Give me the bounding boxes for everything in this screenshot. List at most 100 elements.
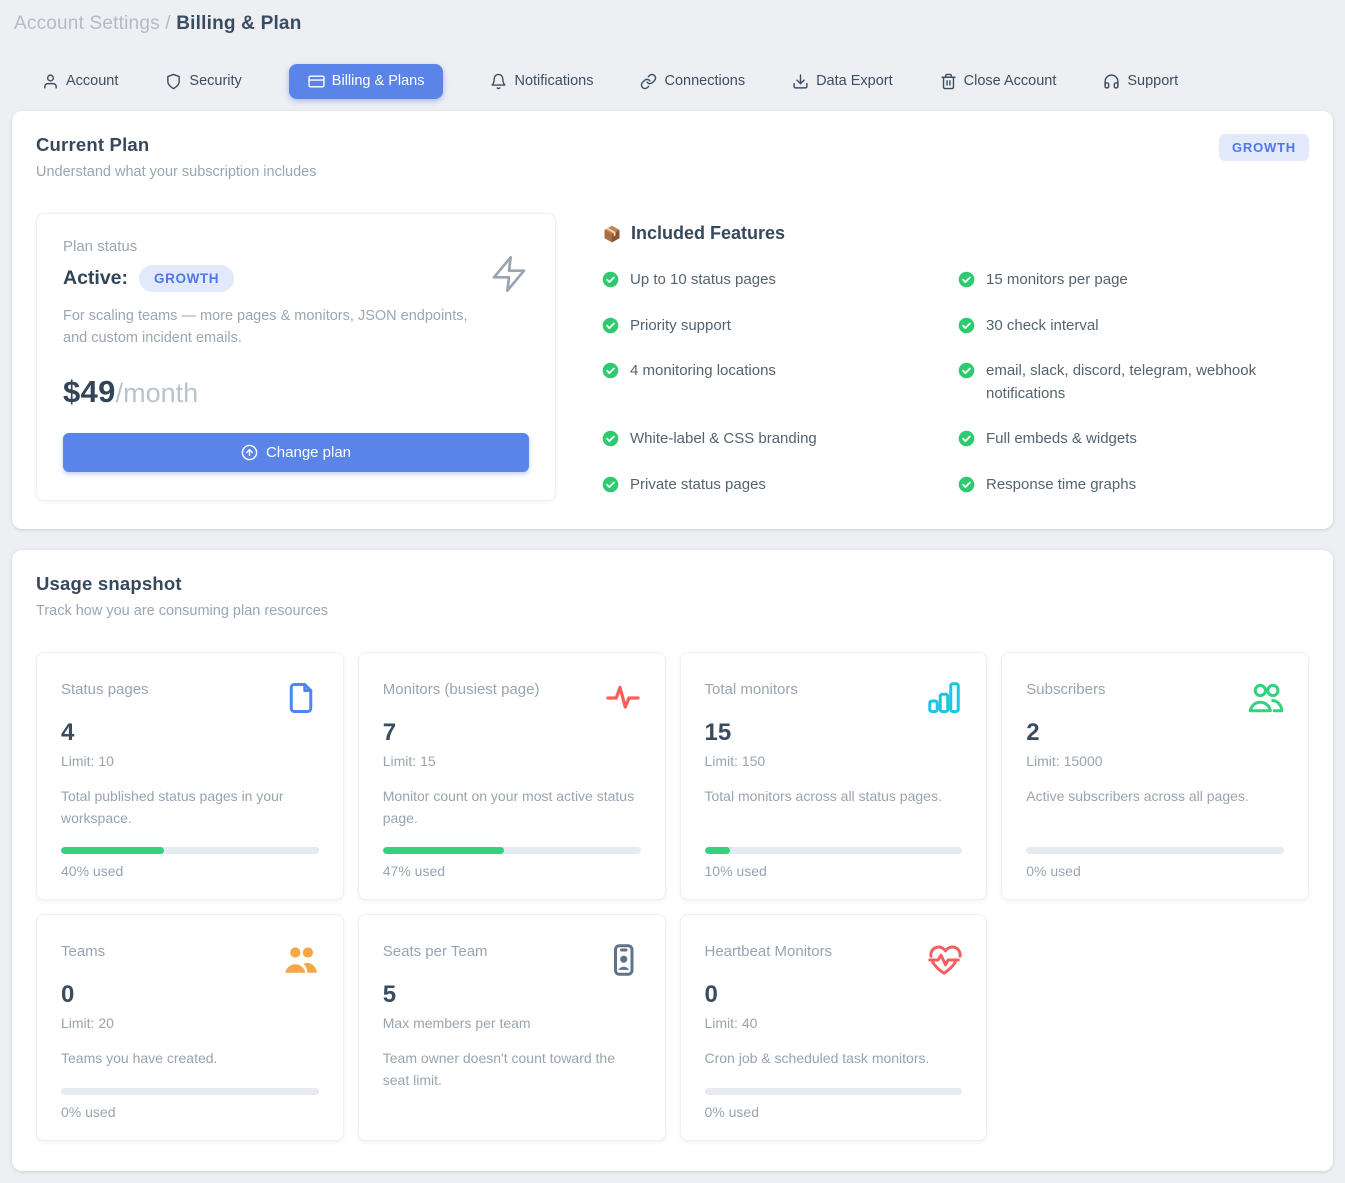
plan-name-pill: GROWTH — [139, 265, 234, 292]
features-grid: Up to 10 status pages 15 monitors per pa… — [602, 269, 1302, 496]
feature-item: Full embeds & widgets — [958, 428, 1302, 451]
feature-item: 30 check interval — [958, 315, 1302, 338]
usage-card-description: Cron job & scheduled task monitors. — [705, 1048, 963, 1070]
feature-text: Priority support — [630, 315, 731, 338]
feature-item: White-label & CSS branding — [602, 428, 946, 451]
feature-text: White-label & CSS branding — [630, 428, 817, 451]
check-circle-icon — [602, 271, 619, 288]
usage-card-description: Team owner doesn't count toward the seat… — [383, 1048, 641, 1091]
usage-card-label: Total monitors — [705, 679, 798, 698]
usage-progress: 0% used — [705, 1070, 963, 1120]
change-plan-button[interactable]: Change plan — [63, 433, 529, 472]
progress-track — [61, 1088, 319, 1095]
usage-card-limit: Limit: 10 — [61, 753, 319, 769]
usage-card-value: 5 — [383, 981, 641, 1009]
check-circle-icon — [958, 362, 975, 379]
breadcrumb: Account Settings / Billing & Plan — [0, 0, 1345, 35]
feature-text: 30 check interval — [986, 315, 1099, 338]
usage-card-label: Seats per Team — [383, 941, 488, 960]
usage-card-label: Monitors (busiest page) — [383, 679, 540, 698]
usage-percent-label: 0% used — [61, 1104, 319, 1120]
tab-security[interactable]: Security — [165, 64, 241, 99]
tab-account[interactable]: Account — [42, 64, 118, 99]
file-icon — [283, 679, 319, 717]
shield-icon — [165, 73, 182, 90]
settings-tabs: Account Security Billing & Plans Notific… — [14, 62, 1331, 100]
check-circle-icon — [958, 430, 975, 447]
package-icon — [602, 224, 622, 244]
usage-percent-label: 10% used — [705, 863, 963, 879]
link-icon — [640, 73, 657, 90]
tab-support[interactable]: Support — [1103, 64, 1178, 99]
person-icon — [42, 73, 59, 90]
usage-card-status-pages: Status pages 4 Limit: 10 Total published… — [36, 652, 344, 900]
usage-card-subscribers: Subscribers 2 Limit: 15000 Active subscr… — [1001, 652, 1309, 900]
plan-status-panel: Plan status Active: GROWTH For scaling t… — [36, 213, 556, 501]
arrow-up-circle-icon — [241, 444, 258, 461]
trash-icon — [940, 73, 957, 90]
usage-card-value: 0 — [61, 981, 319, 1009]
id-badge-icon — [605, 941, 641, 979]
usage-card-monitors-busiest: Monitors (busiest page) 7 Limit: 15 Moni… — [358, 652, 666, 900]
breadcrumb-section[interactable]: Account Settings — [14, 13, 160, 34]
usage-card-label: Teams — [61, 941, 105, 960]
check-circle-icon — [958, 476, 975, 493]
usage-card-description: Active subscribers across all pages. — [1026, 786, 1284, 808]
progress-track — [61, 847, 319, 854]
usage-card-teams: Teams 0 Limit: 20 Teams you have created… — [36, 914, 344, 1141]
check-circle-icon — [958, 317, 975, 334]
page-title: Billing & Plan — [176, 13, 301, 34]
change-plan-label: Change plan — [266, 444, 351, 461]
check-circle-icon — [958, 271, 975, 288]
tab-connections[interactable]: Connections — [640, 64, 745, 99]
progress-fill — [61, 847, 164, 854]
check-circle-icon — [602, 317, 619, 334]
tab-close-account[interactable]: Close Account — [940, 64, 1057, 99]
credit-card-icon — [308, 73, 325, 90]
feature-item: email, slack, discord, telegram, webhook… — [958, 360, 1302, 405]
feature-item: 15 monitors per page — [958, 269, 1302, 292]
check-circle-icon — [602, 362, 619, 379]
feature-text: Up to 10 status pages — [630, 269, 776, 292]
tab-billing[interactable]: Billing & Plans — [289, 64, 444, 99]
usage-percent-label: 40% used — [61, 863, 319, 879]
usage-title: Usage snapshot — [36, 573, 328, 595]
usage-card-description: Total monitors across all status pages. — [705, 786, 963, 808]
usage-percent-label: 0% used — [1026, 863, 1284, 879]
progress-fill — [705, 847, 731, 854]
usage-card-limit: Limit: 15000 — [1026, 753, 1284, 769]
plan-description: For scaling teams — more pages & monitor… — [63, 305, 483, 350]
usage-card-description: Teams you have created. — [61, 1048, 319, 1070]
feature-text: 15 monitors per page — [986, 269, 1128, 292]
check-circle-icon — [602, 476, 619, 493]
feature-item: 4 monitoring locations — [602, 360, 946, 405]
usage-card-value: 7 — [383, 719, 641, 747]
plan-active-text: Active: — [63, 267, 128, 290]
progress-fill — [383, 847, 504, 854]
plan-badge: GROWTH — [1219, 134, 1309, 161]
headset-icon — [1103, 73, 1120, 90]
tab-data-export[interactable]: Data Export — [792, 64, 893, 99]
check-circle-icon — [602, 430, 619, 447]
breadcrumb-separator: / — [165, 13, 170, 34]
progress-track — [705, 1088, 963, 1095]
usage-card-limit: Limit: 40 — [705, 1015, 963, 1031]
usage-card-total-monitors: Total monitors 15 Limit: 150 Total monit… — [680, 652, 988, 900]
included-features: Included Features Up to 10 status pages … — [602, 213, 1309, 496]
feature-item: Priority support — [602, 315, 946, 338]
progress-track — [705, 847, 963, 854]
usage-progress: 0% used — [61, 1070, 319, 1120]
usage-card-limit: Limit: 150 — [705, 753, 963, 769]
feature-item: Private status pages — [602, 474, 946, 497]
usage-card-label: Heartbeat Monitors — [705, 941, 833, 960]
progress-track — [1026, 847, 1284, 854]
usage-card-value: 4 — [61, 719, 319, 747]
usage-card-limit: Max members per team — [383, 1015, 641, 1031]
feature-text: email, slack, discord, telegram, webhook… — [986, 360, 1302, 405]
tab-notifications[interactable]: Notifications — [490, 64, 593, 99]
usage-card-limit: Limit: 15 — [383, 753, 641, 769]
usage-progress: 40% used — [61, 829, 319, 879]
usage-subtitle: Track how you are consuming plan resourc… — [36, 603, 328, 619]
bars-icon — [926, 679, 962, 717]
usage-percent-label: 47% used — [383, 863, 641, 879]
